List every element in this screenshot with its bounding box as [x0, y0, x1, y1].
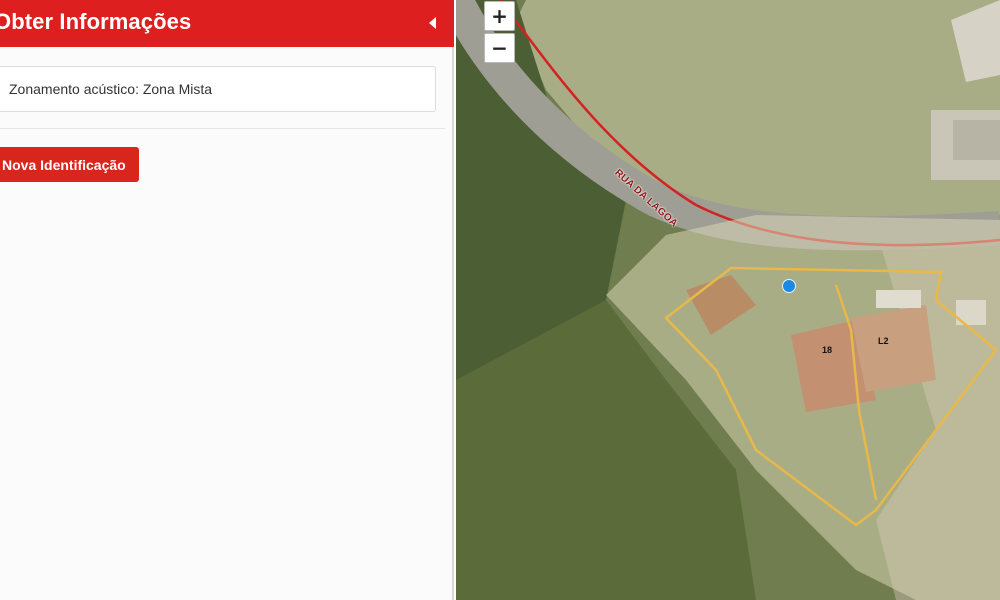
panel-title: Obter Informações — [0, 9, 192, 34]
parcel-label: L2 — [878, 336, 889, 346]
location-dot-icon[interactable] — [782, 279, 796, 293]
acoustic-zoning-text: Zonamento acústico: Zona Mista — [9, 81, 213, 97]
divider — [0, 128, 445, 129]
map-view[interactable]: + − RUA DA LAGOA 18 L2 — [456, 0, 1000, 600]
aerial-imagery — [456, 0, 1000, 600]
new-identification-button[interactable]: Nova Identificação — [0, 147, 139, 182]
panel-header: Obter Informações — [0, 0, 454, 47]
parcel-label: 18 — [822, 345, 833, 355]
info-result-card: Zonamento acústico: Zona Mista — [0, 66, 436, 112]
caret-left-icon[interactable] — [426, 14, 440, 32]
info-panel: Obter Informações Zonamento acústico: Zo… — [0, 0, 454, 600]
zoom-out-button[interactable]: − — [484, 33, 515, 63]
zoom-in-button[interactable]: + — [484, 1, 515, 31]
